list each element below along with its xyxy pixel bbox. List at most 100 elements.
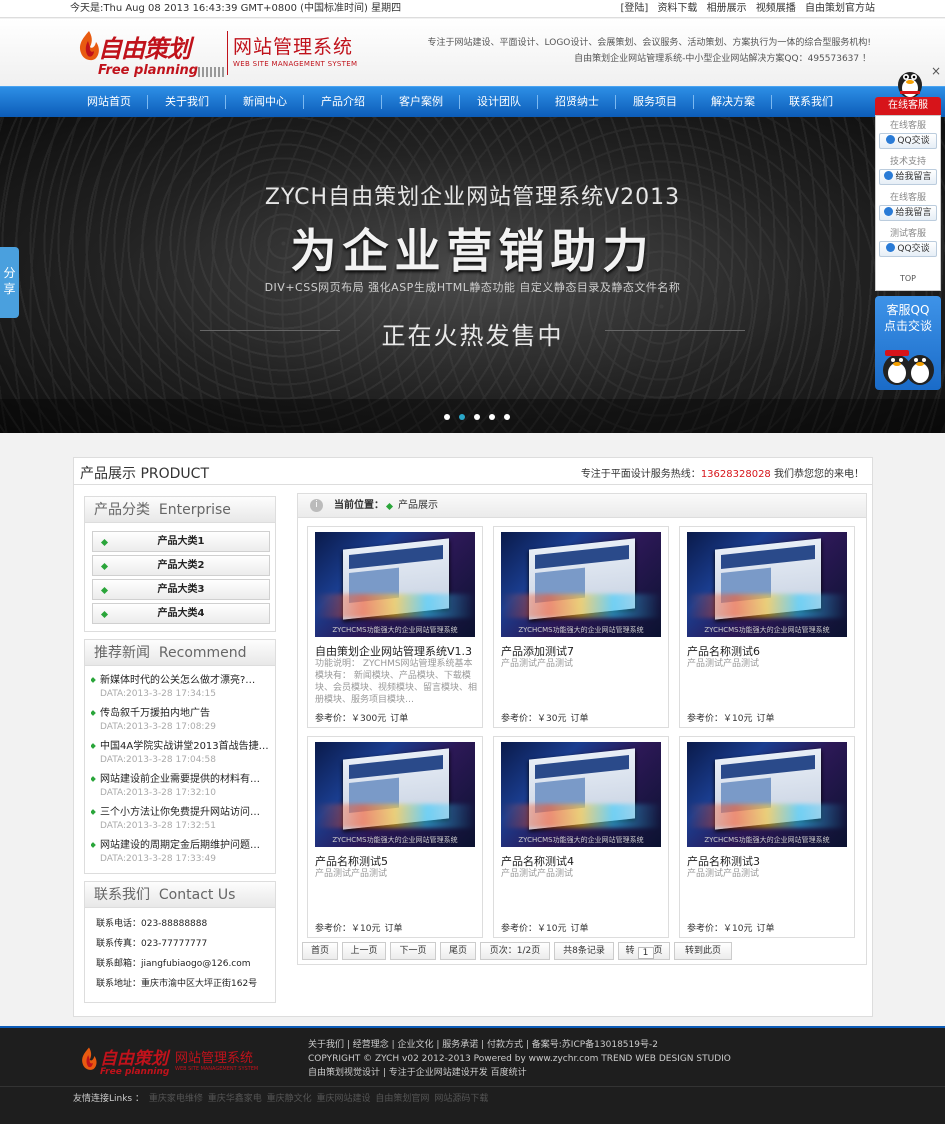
category-item[interactable]: 产品大类2	[92, 555, 270, 576]
nav-item-contact[interactable]: 联系我们	[772, 87, 850, 118]
prev-page-button[interactable]: 上一页	[342, 942, 386, 960]
nav-item-solutions[interactable]: 解决方案	[694, 87, 772, 118]
album-link[interactable]: 相册展示	[707, 3, 747, 14]
first-page-button[interactable]: 首页	[302, 942, 338, 960]
product-name[interactable]: 产品添加测试7	[501, 643, 665, 659]
product-image[interactable]: ZYCHCMS功能强大的企业网站管理系统	[687, 532, 847, 637]
product-desc: 产品测试产品测试	[501, 659, 574, 669]
qq-chat-button[interactable]: QQ交谈	[879, 241, 937, 257]
order-link[interactable]: 订单	[384, 921, 402, 934]
nav-item-jobs[interactable]: 招贤纳士	[538, 87, 616, 118]
site-logo[interactable]: 自由策划 Free planning 网站管理系统 WEB SITE MANAG…	[76, 27, 376, 83]
product-image[interactable]: ZYCHCMS功能强大的企业网站管理系统	[687, 742, 847, 847]
banner-dot-2[interactable]	[459, 414, 465, 420]
nav-item-news[interactable]: 新闻中心	[226, 87, 304, 118]
order-link[interactable]: 订单	[756, 921, 774, 934]
product-card[interactable]: ZYCHCMS功能强大的企业网站管理系统 产品添加测试7 产品测试产品测试 参考…	[493, 526, 669, 728]
back-to-top-link[interactable]: TOP	[876, 274, 940, 283]
product-card[interactable]: ZYCHCMS功能强大的企业网站管理系统 产品名称测试6 产品测试产品测试 参考…	[679, 526, 855, 728]
category-item[interactable]: 产品大类1	[92, 531, 270, 552]
order-link[interactable]: 订单	[570, 711, 588, 724]
order-link[interactable]: 订单	[390, 711, 408, 724]
news-title-link[interactable]: 网站建设前企业需要提供的材料有…	[91, 773, 271, 787]
breadcrumb: i 当前位置： 产品展示	[298, 494, 866, 518]
qq-service-widget[interactable]: 客服QQ 点击交谈	[875, 296, 941, 390]
leave-message-button[interactable]: 给我留言	[879, 205, 937, 221]
hero-banner[interactable]: ZYCH自由策划企业网站管理系统V2013 为企业营销助力 DIV+CSS网页布…	[0, 117, 945, 433]
footer-logo[interactable]: 自由策划 Free planning 网站管理系统 WEB SITE MANAG…	[78, 1044, 268, 1078]
service-item-3: 在线客服 给我留言	[876, 192, 940, 221]
order-link[interactable]: 订单	[570, 921, 588, 934]
nav-item-products[interactable]: 产品介绍	[304, 87, 382, 118]
friend-link[interactable]: 重庆华鑫家电	[208, 1094, 262, 1104]
category-item[interactable]: 产品大类3	[92, 579, 270, 600]
product-image[interactable]: ZYCHCMS功能强大的企业网站管理系统	[501, 532, 661, 637]
hotline-label: 专注于平面设计服务热线：	[580, 469, 701, 480]
contact-fax: 联系传真：023-77777777	[96, 939, 208, 949]
news-item: 三个小方法让你免费提升网站访问… DATA:2013-3-28 17:32:51	[91, 806, 271, 833]
news-title-link[interactable]: 网站建设的周期定金后期维护问题…	[91, 839, 271, 853]
banner-dot-4[interactable]	[489, 414, 495, 420]
category-item[interactable]: 产品大类4	[92, 603, 270, 624]
contact-panel: 联系我们 Contact Us 联系电话：023-88888888 联系传真：0…	[84, 881, 276, 1003]
product-card[interactable]: ZYCHCMS功能强大的企业网站管理系统 产品名称测试4 产品测试产品测试 参考…	[493, 736, 669, 938]
image-caption: ZYCHCMS功能强大的企业网站管理系统	[332, 626, 458, 634]
product-name[interactable]: 产品名称测试6	[687, 643, 851, 659]
nav-item-home[interactable]: 网站首页	[70, 87, 148, 118]
order-link[interactable]: 订单	[756, 711, 774, 724]
banner-dot-3[interactable]	[474, 414, 480, 420]
banner-dot-1[interactable]	[444, 414, 450, 420]
login-link[interactable]: [登陆]	[620, 3, 648, 14]
nav-item-cases[interactable]: 客户案例	[382, 87, 460, 118]
price-label: 参考价：	[315, 714, 352, 724]
news-title-link[interactable]: 三个小方法让你免费提升网站访问…	[91, 806, 271, 820]
banner-sale-text: 正在火热发售中	[381, 322, 564, 350]
product-name[interactable]: 产品名称测试4	[501, 853, 665, 869]
friend-link[interactable]: 自由策划官网	[375, 1094, 429, 1104]
button-label: 给我留言	[895, 172, 932, 182]
goto-page-button[interactable]: 转到此页	[674, 942, 732, 960]
nav-item-about[interactable]: 关于我们	[148, 87, 226, 118]
service-label: 技术支持	[889, 157, 926, 167]
last-page-button[interactable]: 尾页	[440, 942, 476, 960]
nav-item-team[interactable]: 设计团队	[460, 87, 538, 118]
friend-link[interactable]: 网站源码下载	[434, 1094, 488, 1104]
next-page-button[interactable]: 下一页	[390, 942, 436, 960]
contact-phone: 联系电话：023-88888888	[96, 919, 208, 929]
share-tab[interactable]: 分享	[0, 247, 19, 318]
video-link[interactable]: 视频展播	[756, 3, 796, 14]
price-value: ￥300元	[351, 714, 387, 724]
friend-link[interactable]: 重庆家电维修	[149, 1094, 203, 1104]
banner-dot-5[interactable]	[504, 414, 510, 420]
news-title-link[interactable]: 传岛叙千万援拍内地广告	[91, 707, 271, 721]
close-icon[interactable]: ×	[931, 64, 941, 78]
download-link[interactable]: 资料下载	[657, 3, 697, 14]
product-name[interactable]: 产品名称测试5	[315, 853, 479, 869]
service-panel-body: 在线客服 QQ交谈 技术支持 给我留言 在线客服 给我留言 测试客服 QQ交谈 …	[875, 115, 941, 291]
product-price: 参考价：￥10元 订单	[687, 921, 774, 934]
product-image[interactable]: ZYCHCMS功能强大的企业网站管理系统	[501, 742, 661, 847]
online-service-panel: × 在线客服 在线客服 QQ交谈 技术支持 给我留言 在线客服 给我留言 测试客…	[875, 64, 941, 291]
news-title-link[interactable]: 中国4A学院实战讲堂2013首战告捷…	[91, 740, 271, 754]
breadcrumb-current[interactable]: 产品展示	[398, 494, 438, 518]
nav-item-services[interactable]: 服务项目	[616, 87, 694, 118]
price-label: 参考价：	[315, 924, 352, 934]
product-card[interactable]: ZYCHCMS功能强大的企业网站管理系统 产品名称测试3 产品测试产品测试 参考…	[679, 736, 855, 938]
news-title-link[interactable]: 新媒体时代的公关怎么做才漂亮?…	[91, 674, 271, 688]
qq-chat-button[interactable]: QQ交谈	[879, 133, 937, 149]
product-image[interactable]: ZYCHCMS功能强大的企业网站管理系统	[315, 532, 475, 637]
page-number-input[interactable]: 1	[637, 947, 654, 959]
friend-link[interactable]: 重庆静文化	[267, 1094, 312, 1104]
product-card[interactable]: ZYCHCMS功能强大的企业网站管理系统 产品名称测试5 产品测试产品测试 参考…	[307, 736, 483, 938]
news-date: DATA:2013-3-28 17:33:49	[100, 854, 216, 864]
product-name[interactable]: 产品名称测试3	[687, 853, 851, 869]
product-desc: 产品测试产品测试	[315, 869, 388, 879]
product-image[interactable]: ZYCHCMS功能强大的企业网站管理系统	[315, 742, 475, 847]
official-site-link[interactable]: 自由策划官方站	[805, 3, 875, 14]
leave-message-button[interactable]: 给我留言	[879, 169, 937, 185]
flame-icon	[82, 1047, 97, 1070]
footer-links-line[interactable]: 关于我们 | 经营理念 | 企业文化 | 服务承诺 | 付款方式 | 备案号:苏…	[308, 1038, 731, 1052]
friend-link[interactable]: 重庆网站建设	[317, 1094, 371, 1104]
product-name[interactable]: 自由策划企业网站管理系统V1.3	[315, 643, 479, 659]
product-card[interactable]: ZYCHCMS功能强大的企业网站管理系统 自由策划企业网站管理系统V1.3 功能…	[307, 526, 483, 728]
